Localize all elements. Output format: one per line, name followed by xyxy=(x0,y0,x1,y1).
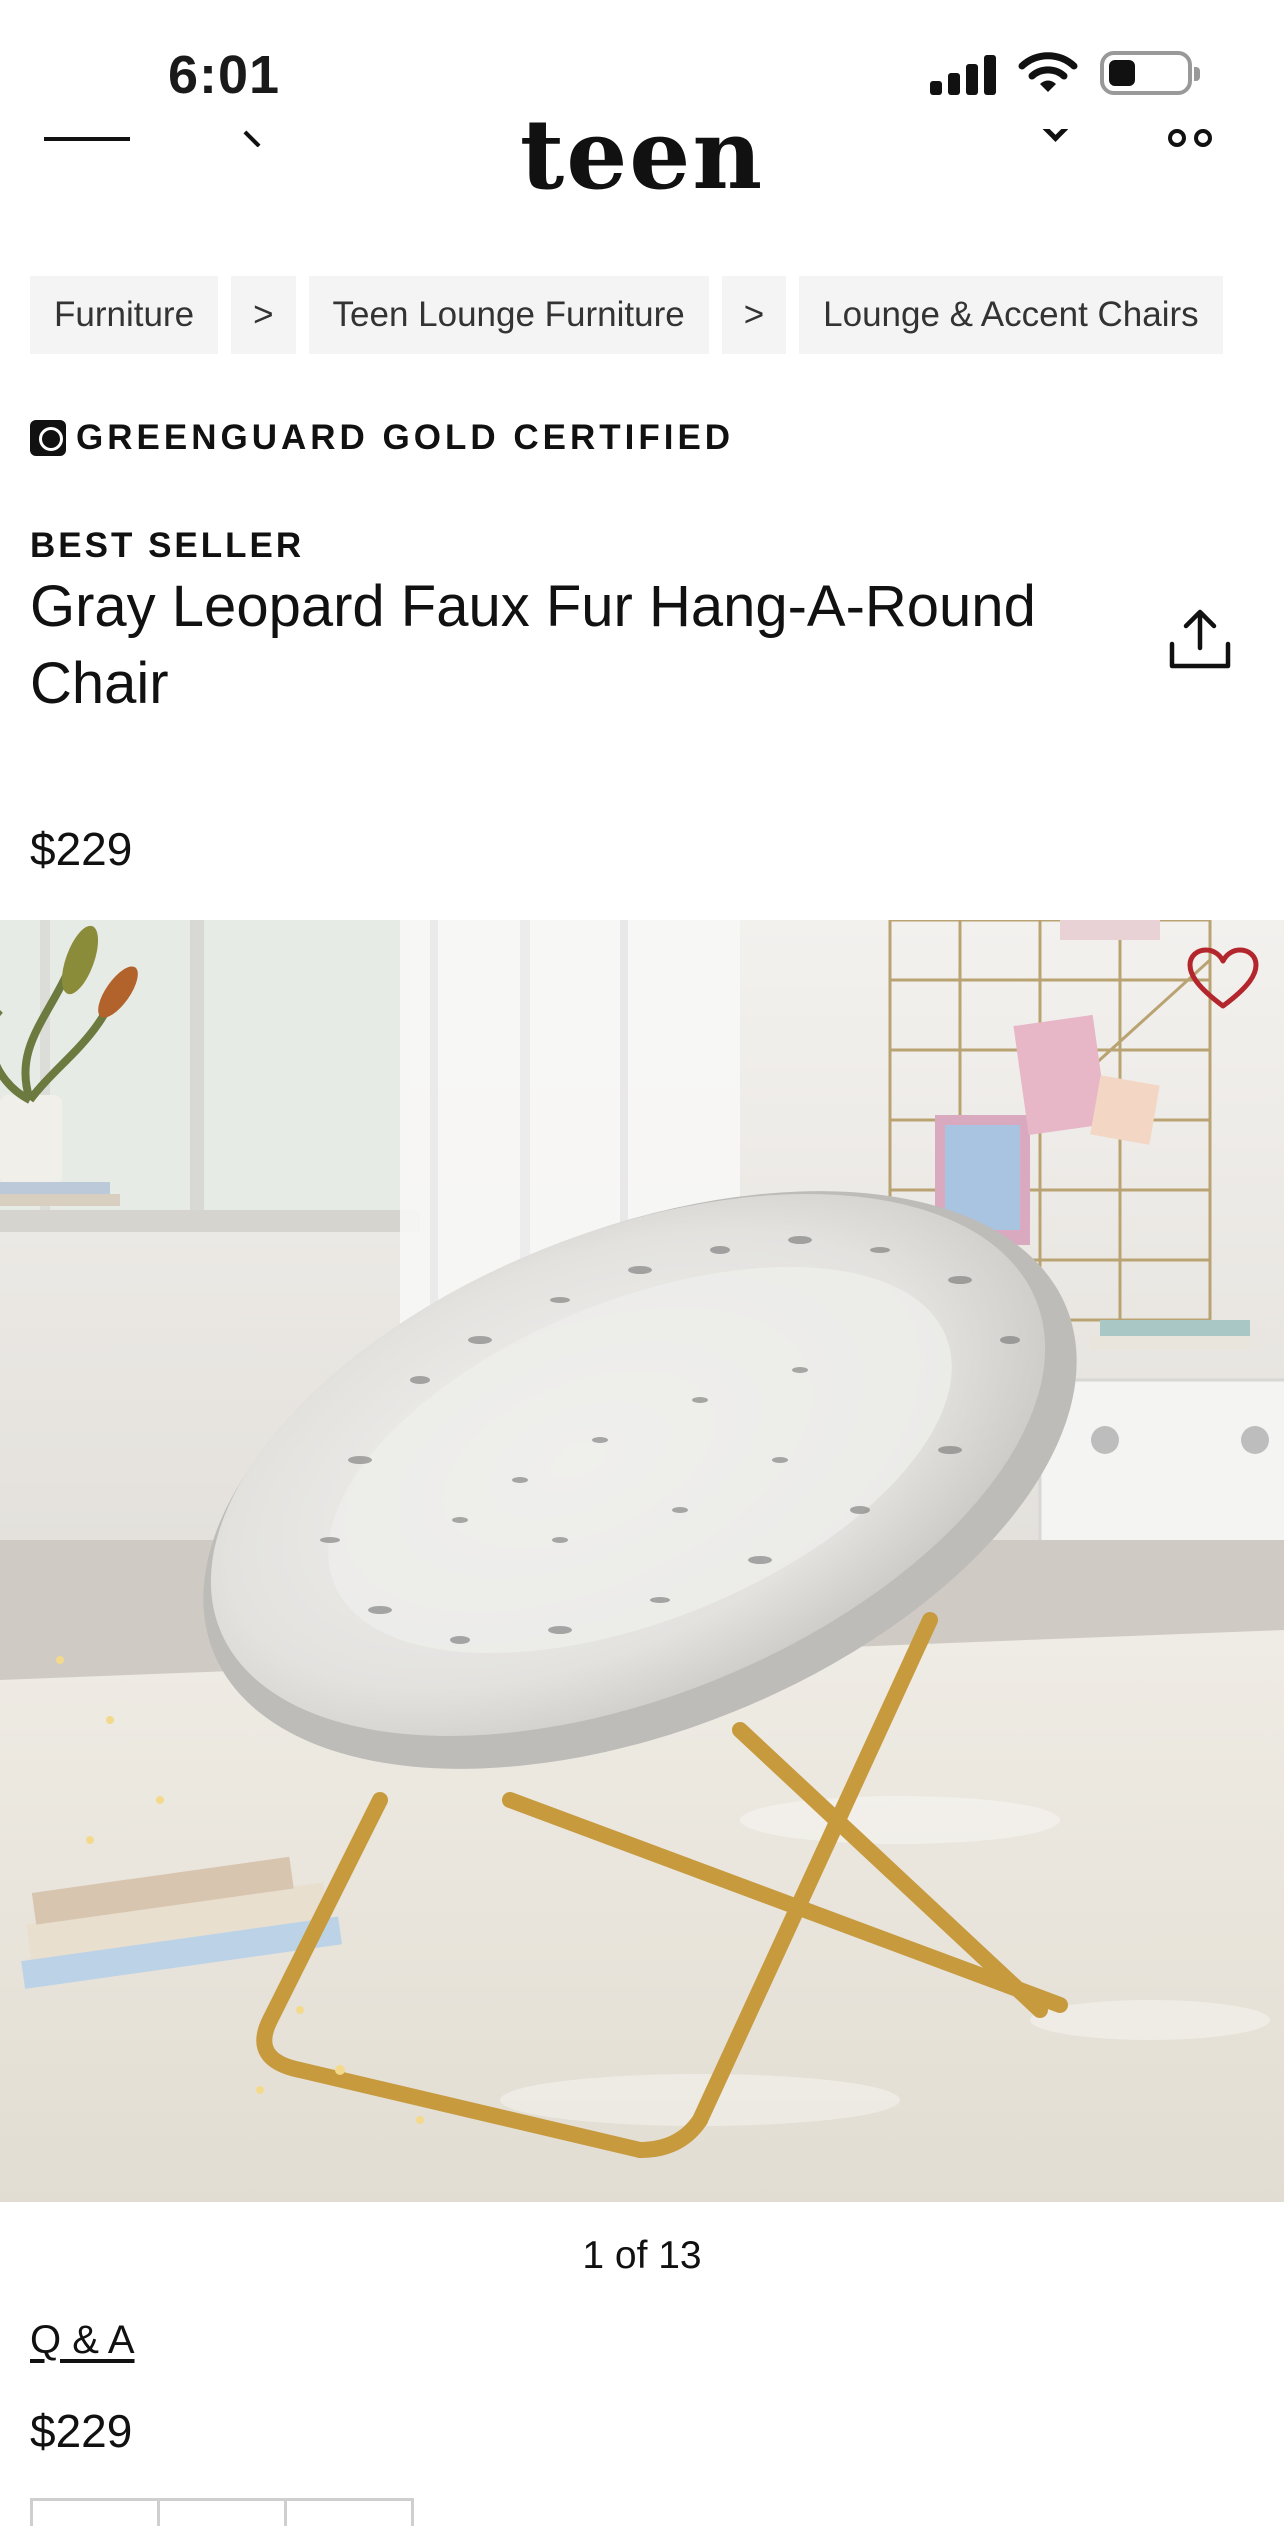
certification-label: GREENGUARD GOLD CERTIFIED xyxy=(76,418,735,457)
cart-icon[interactable] xyxy=(1168,129,1228,147)
product-price: $229 xyxy=(30,823,133,875)
share-icon[interactable] xyxy=(1166,608,1234,672)
signal-icon xyxy=(930,51,996,95)
chair-photo xyxy=(0,920,1284,2202)
site-header: teen xyxy=(0,95,1284,215)
image-counter: 1 of 13 xyxy=(582,2234,702,2277)
qa-link[interactable]: Q & A xyxy=(30,2318,135,2363)
certification-badge[interactable]: GREENGUARD GOLD CERTIFIED xyxy=(30,418,734,458)
quantity-stepper[interactable] xyxy=(30,2498,414,2526)
breadcrumb-lounge-accent-chairs[interactable]: Lounge & Accent Chairs xyxy=(799,276,1223,354)
product-image[interactable] xyxy=(0,920,1284,2202)
chevron-down-icon[interactable] xyxy=(1040,129,1068,143)
breadcrumb-separator: > xyxy=(231,276,296,354)
best-seller-badge: BEST SELLER xyxy=(30,526,305,565)
product-title: Gray Leopard Faux Fur Hang-A-Round Chair xyxy=(30,574,1036,716)
site-logo[interactable]: teen xyxy=(0,107,1284,203)
wifi-icon xyxy=(1018,52,1078,92)
battery-icon xyxy=(1100,51,1200,95)
breadcrumb-teen-lounge-furniture[interactable]: Teen Lounge Furniture xyxy=(308,276,709,354)
quantity-increment-button[interactable] xyxy=(284,2498,414,2526)
product-price-repeat: $229 xyxy=(30,2405,133,2457)
breadcrumb-separator: > xyxy=(721,276,787,354)
greenguard-icon xyxy=(30,420,66,456)
status-icons xyxy=(930,50,1200,96)
quantity-input[interactable] xyxy=(157,2498,287,2526)
breadcrumb-furniture[interactable]: Furniture xyxy=(30,276,219,354)
favorite-heart-icon[interactable] xyxy=(1186,946,1260,1012)
quantity-decrement-button[interactable] xyxy=(30,2498,160,2526)
product-page: 6:01 teen Furniture > Teen Lounge Furnit… xyxy=(0,0,1284,2526)
breadcrumb: Furniture > Teen Lounge Furniture > Loun… xyxy=(30,276,1223,354)
